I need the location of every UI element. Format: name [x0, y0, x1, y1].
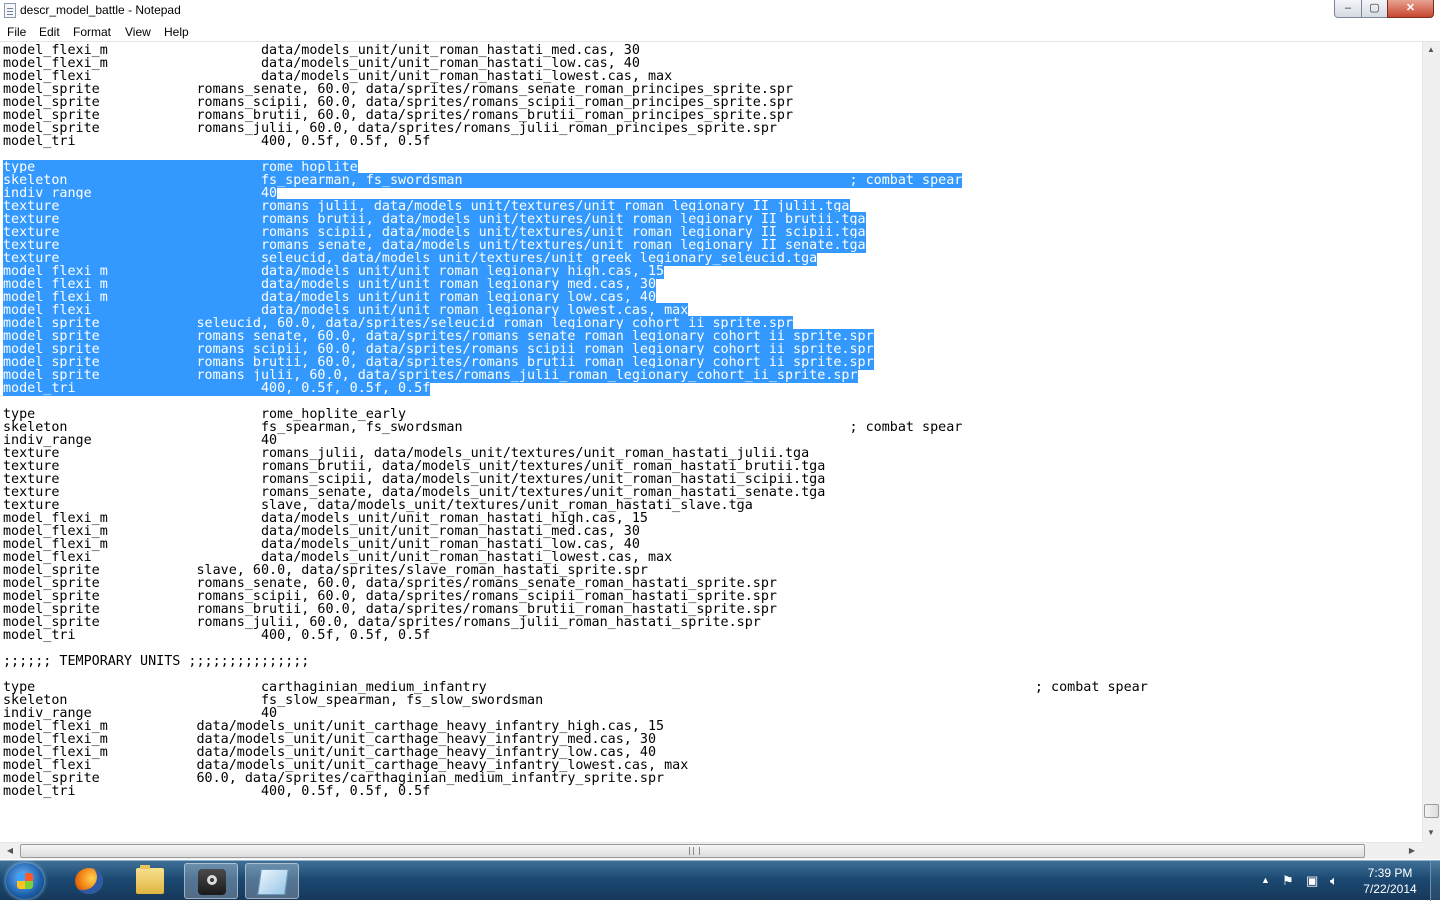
clock-time: 7:39 PM	[1367, 866, 1413, 880]
scroll-right-arrow-icon[interactable]: ▶	[1404, 846, 1420, 855]
firefox-icon	[75, 868, 103, 894]
scroll-down-arrow-icon[interactable]: ▼	[1423, 828, 1439, 837]
show-hidden-icons-icon[interactable]: ▲	[1261, 875, 1270, 885]
network-icon[interactable]: ▣	[1306, 873, 1318, 889]
menu-help[interactable]: Help	[164, 25, 189, 39]
menu-view[interactable]: View	[125, 25, 151, 39]
notepad-icon	[257, 869, 289, 895]
text-editor[interactable]: model_flexi_m data/models_unit/unit_roma…	[0, 42, 1422, 842]
scroll-corner	[1422, 842, 1440, 859]
text-line: model_tri 400, 0.5f, 0.5f, 0.5f	[3, 628, 431, 643]
show-desktop-button[interactable]	[1430, 861, 1440, 901]
vertical-scrollbar[interactable]: ▲ ▼	[1422, 42, 1440, 842]
notepad-app-icon[interactable]	[4, 3, 16, 18]
scroll-left-arrow-icon[interactable]: ◀	[2, 846, 18, 855]
steam-icon	[198, 869, 226, 895]
taskbar-explorer-button[interactable]	[123, 863, 177, 899]
scroll-up-arrow-icon[interactable]: ▲	[1423, 45, 1439, 54]
start-button[interactable]	[6, 863, 44, 899]
menu-bar: File Edit Format View Help	[0, 22, 1440, 42]
action-center-flag-icon[interactable]: ⚑	[1282, 873, 1294, 889]
window-title: descr_model_battle - Notepad	[20, 3, 181, 17]
text-line: model_tri 400, 0.5f, 0.5f, 0.5f	[3, 134, 431, 149]
minimize-button[interactable]: ‒	[1334, 0, 1362, 18]
selected-text: model_tri 400, 0.5f, 0.5f, 0.5f	[3, 381, 431, 396]
taskbar-steam-button[interactable]	[184, 863, 238, 899]
close-button[interactable]: ✕	[1387, 0, 1434, 18]
windows-explorer-icon	[136, 865, 164, 894]
menu-file[interactable]: File	[7, 25, 26, 39]
maximize-button[interactable]: ▢	[1361, 0, 1388, 18]
taskbar-notepad-button[interactable]	[245, 863, 299, 899]
horizontal-scroll-thumb[interactable]	[20, 844, 1365, 858]
taskbar: ▲ ⚑ ▣ 🔈︎ 7:39 PM 7/22/2014	[0, 860, 1440, 901]
menu-edit[interactable]: Edit	[39, 25, 60, 39]
horizontal-scrollbar[interactable]: ◀ ▶	[0, 842, 1422, 859]
text-line: model_tri 400, 0.5f, 0.5f, 0.5f	[3, 381, 431, 396]
text-line: model_tri 400, 0.5f, 0.5f, 0.5f	[3, 784, 431, 799]
volume-icon[interactable]: 🔈︎	[1330, 873, 1338, 889]
title-bar[interactable]: descr_model_battle - Notepad ‒ ▢ ✕	[0, 0, 1440, 22]
clock-date: 7/22/2014	[1363, 882, 1417, 896]
text-line: ;;;;;; TEMPORARY UNITS ;;;;;;;;;;;;;;;	[3, 654, 310, 669]
vertical-scroll-thumb[interactable]	[1424, 804, 1439, 818]
taskbar-firefox-button[interactable]	[62, 863, 116, 899]
scroll-grip-icon	[689, 847, 700, 855]
system-clock[interactable]: 7:39 PM 7/22/2014	[1352, 865, 1428, 897]
menu-format[interactable]: Format	[73, 25, 111, 39]
